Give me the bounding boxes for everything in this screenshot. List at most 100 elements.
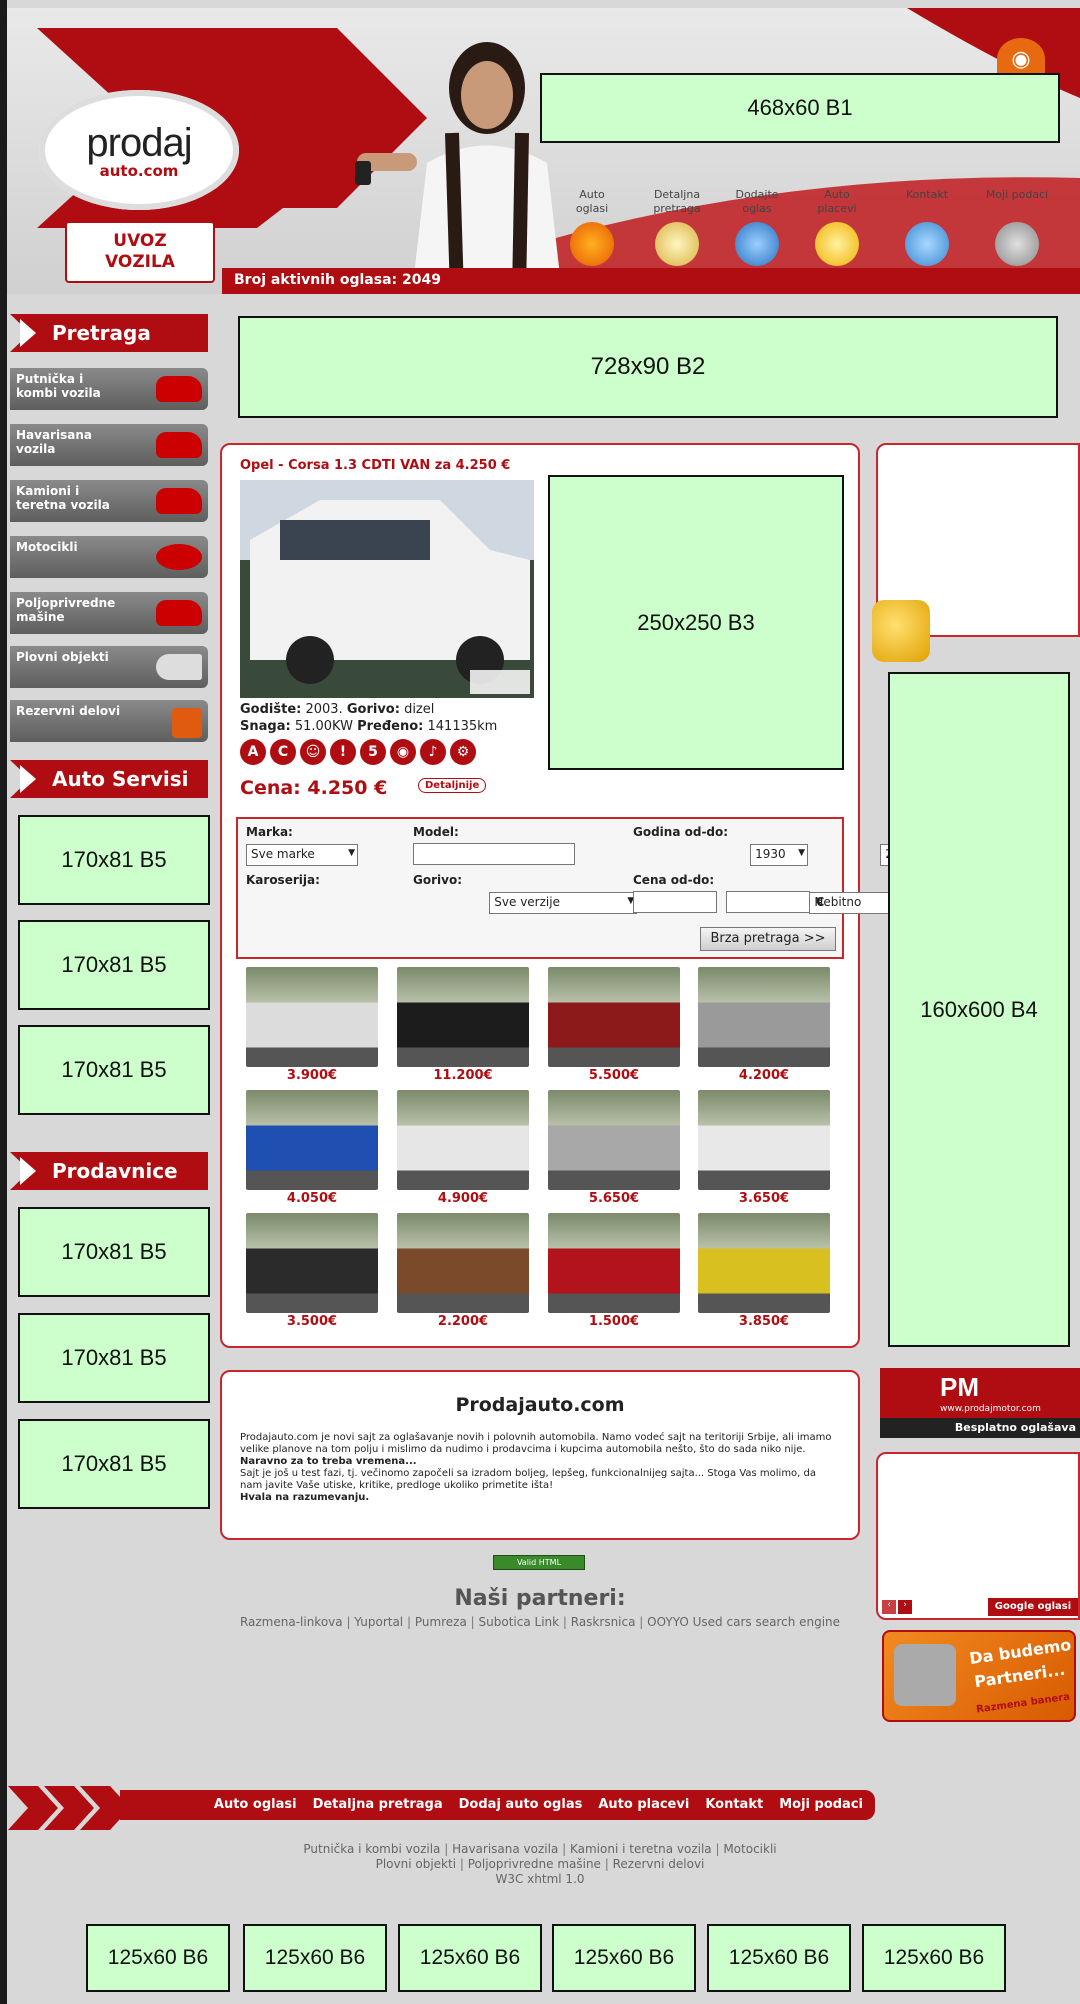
feature-icons: A C ☺! 5 ◉ ♪ ⚙ xyxy=(240,739,480,765)
marka-select[interactable]: Sve marke xyxy=(246,844,358,866)
listing-photo[interactable] xyxy=(397,1213,529,1313)
listing-price[interactable]: 1.500€ xyxy=(548,1314,680,1329)
truck-icon xyxy=(156,488,202,514)
footer-nav: Auto oglasi Detaljna pretraga Dodaj auto o… xyxy=(120,1790,875,1820)
ad-banner-b5[interactable]: 170x81 B5 xyxy=(18,1207,210,1297)
ad-banner-b5[interactable]: 170x81 B5 xyxy=(18,920,210,1010)
ad-banner-b2[interactable]: 728x90 B2 xyxy=(238,316,1058,418)
godina-od-select[interactable]: 1930 xyxy=(750,844,809,866)
footer-arrows xyxy=(8,1786,128,1830)
w3c-link[interactable]: W3C xhtml 1.0 xyxy=(495,1872,584,1886)
ad-banner-b5[interactable]: 170x81 B5 xyxy=(18,1025,210,1115)
category-rezervni[interactable]: Rezervni delovi xyxy=(10,700,208,742)
category-poljoprivredne[interactable]: Poljoprivredne mašine xyxy=(10,592,208,634)
partner-exchange-banner[interactable]: Da budemo Partneri... Razmena banera xyxy=(882,1630,1076,1722)
prodajmotor-banner[interactable]: PM www.prodajmotor.com Besplatno oglašav… xyxy=(880,1368,1080,1438)
listing-price[interactable]: 4.050€ xyxy=(246,1191,378,1206)
ad-banner-b5[interactable]: 170x81 B5 xyxy=(18,1419,210,1509)
category-motocikli[interactable]: Motocikli xyxy=(10,536,208,578)
listing-price[interactable]: 2.200€ xyxy=(397,1314,529,1329)
nav-moji-podaci[interactable]: Moji podaci xyxy=(972,188,1062,266)
ad-banner-b5[interactable]: 170x81 B5 xyxy=(18,1313,210,1403)
ad-banner-b4[interactable]: 160x600 B4 xyxy=(888,672,1070,1347)
listing-price[interactable]: 11.200€ xyxy=(397,1068,529,1083)
model-input[interactable] xyxy=(413,843,575,865)
ad-banner-b3[interactable]: 250x250 B3 xyxy=(548,475,844,770)
category-kamioni[interactable]: Kamioni i teretna vozila xyxy=(10,480,208,522)
cena-od-input[interactable] xyxy=(633,891,717,913)
listing-photo[interactable] xyxy=(246,967,378,1067)
footer-nav-dodaj-oglas[interactable]: Dodaj auto oglas xyxy=(459,1797,583,1812)
nav-auto-placevi[interactable]: Auto placevi xyxy=(792,188,882,266)
partner-link[interactable]: Subotica Link xyxy=(479,1615,560,1629)
featured-car-photo[interactable] xyxy=(240,480,534,698)
ad-banner-b6[interactable]: 125x60 B6 xyxy=(243,1924,387,1992)
nav-detaljna-pretraga[interactable]: Detaljna pretraga xyxy=(632,188,722,266)
listing-photo[interactable] xyxy=(397,967,529,1067)
listing-photo[interactable] xyxy=(397,1090,529,1190)
ad-banner-b6[interactable]: 125x60 B6 xyxy=(552,1924,696,1992)
footer-link[interactable]: Kamioni i teretna vozila xyxy=(570,1842,712,1856)
ad-banner-b6[interactable]: 125x60 B6 xyxy=(707,1924,851,1992)
listing-photo[interactable] xyxy=(698,967,830,1067)
google-ads-label[interactable]: Google oglasi xyxy=(988,1598,1078,1616)
currency-label: € xyxy=(816,895,825,909)
ad-banner-b5[interactable]: 170x81 B5 xyxy=(18,815,210,905)
listing-price[interactable]: 3.850€ xyxy=(698,1314,830,1329)
listing-photo[interactable] xyxy=(548,1090,680,1190)
site-logo[interactable]: prodaj auto.com xyxy=(39,90,239,210)
listing-photo[interactable] xyxy=(698,1213,830,1313)
listing-price[interactable]: 3.650€ xyxy=(698,1191,830,1206)
nav-dodajte-oglas[interactable]: Dodajte oglas xyxy=(712,188,802,266)
listing-price[interactable]: 4.200€ xyxy=(698,1068,830,1083)
quick-search-button[interactable]: Brza pretraga >> xyxy=(700,927,836,951)
footer-nav-auto-placevi[interactable]: Auto placevi xyxy=(598,1797,689,1812)
footer-link[interactable]: Rezervni delovi xyxy=(613,1857,705,1871)
uvoz-vozila-button[interactable]: UVOZ VOZILA xyxy=(65,221,215,283)
partner-link[interactable]: Pumreza xyxy=(415,1615,467,1629)
footer-nav-detaljna-pretraga[interactable]: Detaljna pretraga xyxy=(313,1797,443,1812)
ad-banner-b6[interactable]: 125x60 B6 xyxy=(862,1924,1006,1992)
left-border xyxy=(0,0,7,2004)
footer-link[interactable]: Plovni objekti xyxy=(376,1857,456,1871)
footer-nav-kontakt[interactable]: Kontakt xyxy=(705,1797,763,1812)
listing-price[interactable]: 3.900€ xyxy=(246,1068,378,1083)
partner-link[interactable]: OOYYO Used cars search engine xyxy=(647,1615,840,1629)
listing-photo[interactable] xyxy=(698,1090,830,1190)
footer-link[interactable]: Putnička i kombi vozila xyxy=(303,1842,440,1856)
listing-photo[interactable] xyxy=(548,967,680,1067)
details-button[interactable]: Detaljnije xyxy=(418,778,487,793)
footer-link[interactable]: Motocikli xyxy=(723,1842,776,1856)
karoserija-select[interactable]: Sve verzije xyxy=(489,892,638,914)
crashed-car-icon xyxy=(156,432,202,458)
footer-link[interactable]: Havarisana vozila xyxy=(452,1842,558,1856)
nav-auto-oglasi[interactable]: Auto oglasi xyxy=(547,188,637,266)
nav-kontakt[interactable]: Kontakt xyxy=(882,188,972,266)
listing-photo[interactable] xyxy=(246,1213,378,1313)
category-putnicka[interactable]: Putnička i kombi vozila xyxy=(10,368,208,410)
listing-price[interactable]: 3.500€ xyxy=(246,1314,378,1329)
ad-banner-b6[interactable]: 125x60 B6 xyxy=(398,1924,542,1992)
listing-photo[interactable] xyxy=(246,1090,378,1190)
featured-title[interactable]: Opel - Corsa 1.3 CDTI VAN za 4.250 € xyxy=(240,458,510,473)
listing-photo[interactable] xyxy=(548,1213,680,1313)
footer-nav-moji-podaci[interactable]: Moji podaci xyxy=(779,1797,863,1812)
partner-link[interactable]: Yuportal xyxy=(354,1615,403,1629)
category-plovni[interactable]: Plovni objekti xyxy=(10,646,208,688)
ad-banner-b6[interactable]: 125x60 B6 xyxy=(86,1924,230,1992)
category-havarisana[interactable]: Havarisana vozila xyxy=(10,424,208,466)
ad-banner-b1[interactable]: 468x60 B1 xyxy=(540,73,1060,143)
cena-do-input[interactable] xyxy=(726,891,810,913)
listing-price[interactable]: 5.650€ xyxy=(548,1191,680,1206)
partner-link[interactable]: Razmena-linkova xyxy=(240,1615,343,1629)
lock-icon[interactable] xyxy=(872,600,930,662)
prev-icon[interactable]: ‹ xyxy=(882,1600,896,1614)
partners-links: Razmena-linkova | Yuportal | Pumreza | S… xyxy=(239,1615,841,1629)
listing-price[interactable]: 5.500€ xyxy=(548,1068,680,1083)
partner-link[interactable]: Raskrsnica xyxy=(571,1615,636,1629)
next-icon[interactable]: › xyxy=(898,1600,912,1614)
footer-link[interactable]: Poljoprivredne mašine xyxy=(468,1857,601,1871)
listing-price[interactable]: 4.900€ xyxy=(397,1191,529,1206)
valid-html-badge[interactable]: Valid HTML xyxy=(493,1555,585,1570)
footer-nav-auto-oglasi[interactable]: Auto oglasi xyxy=(214,1797,297,1812)
